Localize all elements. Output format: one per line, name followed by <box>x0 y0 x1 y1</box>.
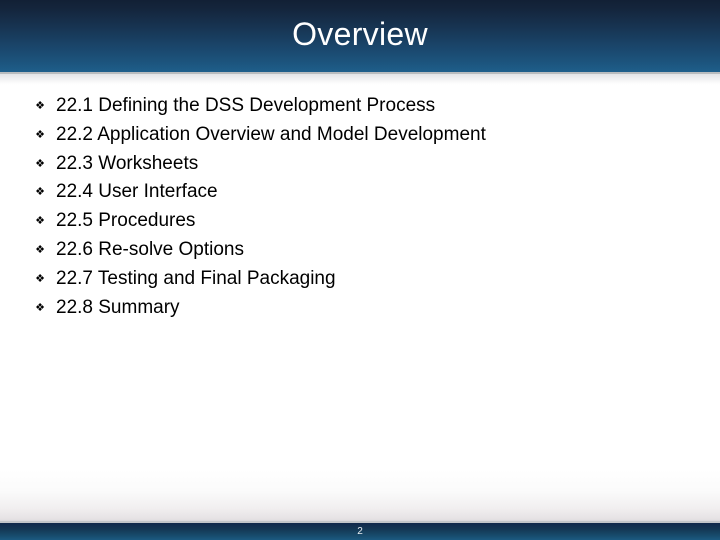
diamond-bullet-icon: ❖ <box>35 215 45 228</box>
header-fade-gradient <box>0 74 720 85</box>
diamond-bullet-icon: ❖ <box>35 243 45 256</box>
page-title: Overview <box>292 16 428 52</box>
list-item-label: 22.8 Summary <box>56 296 180 318</box>
overview-bullet-list: ❖ 22.1 Defining the DSS Development Proc… <box>24 92 694 322</box>
diamond-bullet-icon: ❖ <box>35 100 45 112</box>
list-item-label: 22.5 Procedures <box>56 210 196 232</box>
diamond-bullet-icon: ❖ <box>35 186 45 199</box>
list-item-label: 22.7 Testing and Final Packaging <box>56 267 336 289</box>
page-number: 2 <box>357 526 363 537</box>
list-item-label: 22.2 Application Overview and Model Deve… <box>56 123 486 145</box>
list-item-label: 22.1 Defining the DSS Development Proces… <box>56 95 436 116</box>
list-item: ❖ 22.2 Application Overview and Model De… <box>24 121 694 150</box>
footer-fade-gradient <box>0 470 720 521</box>
list-item: ❖ 22.1 Defining the DSS Development Proc… <box>24 92 694 121</box>
diamond-bullet-icon: ❖ <box>35 157 45 170</box>
list-item: ❖ 22.3 Worksheets <box>24 150 694 179</box>
diamond-bullet-icon: ❖ <box>35 301 45 314</box>
list-item: ❖ 22.5 Procedures <box>24 207 694 236</box>
list-item-label: 22.3 Worksheets <box>56 152 199 174</box>
presentation-slide: Overview ❖ 22.1 Defining the DSS Develop… <box>0 0 720 540</box>
list-item-label: 22.6 Re-solve Options <box>56 238 244 260</box>
list-item-label: 22.4 User Interface <box>56 181 218 203</box>
list-item: ❖ 22.7 Testing and Final Packaging <box>24 265 694 294</box>
slide-body: ❖ 22.1 Defining the DSS Development Proc… <box>0 85 720 485</box>
list-item: ❖ 22.6 Re-solve Options <box>24 236 694 265</box>
diamond-bullet-icon: ❖ <box>35 128 45 141</box>
list-item: ❖ 22.8 Summary <box>24 294 694 323</box>
diamond-bullet-icon: ❖ <box>35 272 45 285</box>
list-item: ❖ 22.4 User Interface <box>24 178 694 207</box>
